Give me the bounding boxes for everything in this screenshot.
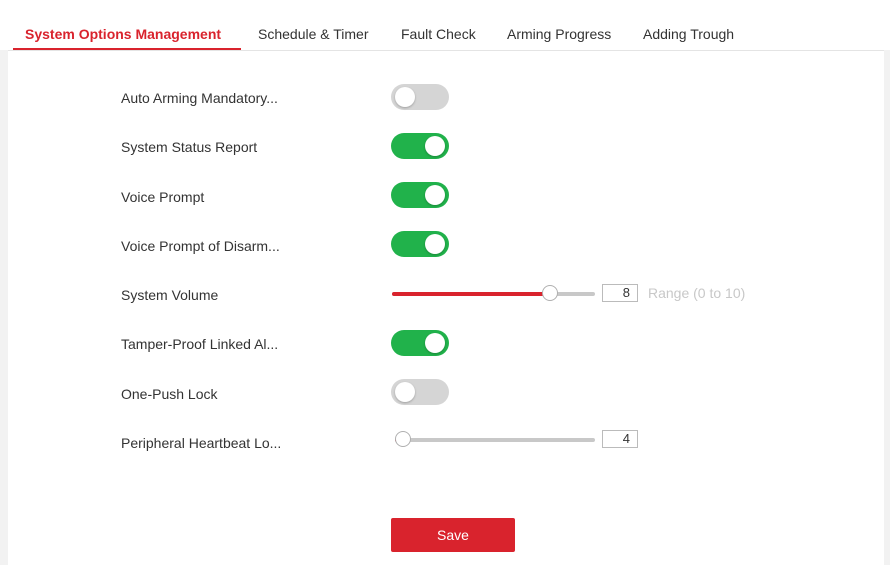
system-volume-slider[interactable] — [392, 285, 595, 301]
tab-system-options-management[interactable]: System Options Management — [25, 26, 221, 42]
system-volume-label: System Volume — [121, 287, 219, 303]
peripheral-heartbeat-slider[interactable] — [395, 431, 595, 447]
peripheral-heartbeat-label: Peripheral Heartbeat Lo... — [121, 435, 282, 451]
tab-arming-progress[interactable]: Arming Progress — [507, 26, 611, 42]
system-volume-value[interactable]: 8 — [602, 284, 638, 302]
tab-fault-check[interactable]: Fault Check — [401, 26, 476, 42]
toggle-knob — [425, 234, 445, 254]
toggle-knob — [425, 333, 445, 353]
system-status-report-label: System Status Report — [121, 139, 258, 155]
voice-prompt-toggle[interactable] — [391, 182, 449, 208]
tamper-proof-label: Tamper-Proof Linked Al... — [121, 336, 279, 352]
settings-panel — [8, 50, 884, 565]
tab-schedule-timer[interactable]: Schedule & Timer — [258, 26, 369, 42]
voice-prompt-disarm-toggle[interactable] — [391, 231, 449, 257]
toggle-knob — [425, 185, 445, 205]
one-push-lock-toggle[interactable] — [391, 379, 449, 405]
toggle-knob — [425, 136, 445, 156]
slider-handle[interactable] — [395, 431, 411, 447]
voice-prompt-disarm-label: Voice Prompt of Disarm... — [121, 238, 280, 254]
tab-adding-trough[interactable]: Adding Trough — [643, 26, 734, 42]
auto-arming-toggle[interactable] — [391, 84, 449, 110]
tamper-proof-toggle[interactable] — [391, 330, 449, 356]
voice-prompt-label: Voice Prompt — [121, 189, 205, 205]
peripheral-heartbeat-value[interactable]: 4 — [602, 430, 638, 448]
toggle-knob — [395, 87, 415, 107]
slider-handle[interactable] — [541, 285, 558, 301]
tab-bar: System Options Management Schedule & Tim… — [0, 16, 890, 50]
top-strip — [0, 0, 890, 16]
one-push-lock-label: One-Push Lock — [121, 386, 218, 402]
save-button[interactable]: Save — [391, 518, 515, 552]
toggle-knob — [395, 382, 415, 402]
auto-arming-label: Auto Arming Mandatory... — [121, 90, 278, 106]
system-volume-range-hint: Range (0 to 10) — [648, 285, 746, 301]
system-status-report-toggle[interactable] — [391, 133, 449, 159]
slider-fill — [392, 292, 550, 296]
